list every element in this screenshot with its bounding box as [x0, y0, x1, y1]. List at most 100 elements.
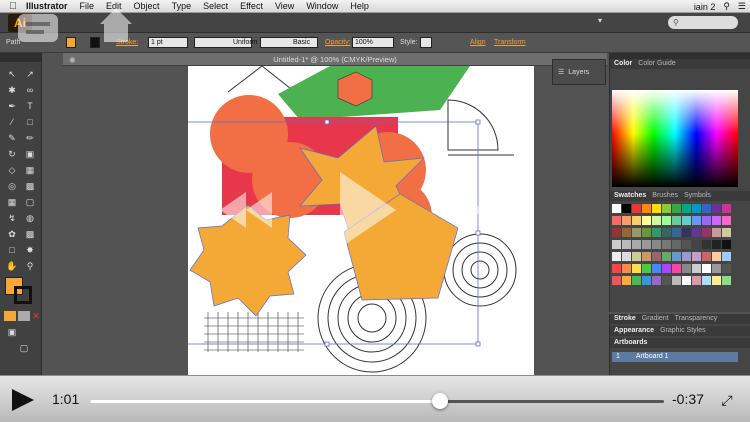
- color-swatch[interactable]: [712, 216, 721, 225]
- color-swatch[interactable]: [672, 240, 681, 249]
- color-swatch[interactable]: [672, 264, 681, 273]
- color-swatch[interactable]: [642, 276, 651, 285]
- color-swatch[interactable]: [622, 240, 631, 249]
- tab-swatches[interactable]: Swatches: [614, 191, 646, 201]
- color-swatch[interactable]: [672, 204, 681, 213]
- tab-stroke[interactable]: Stroke: [614, 314, 636, 324]
- tab-symbols[interactable]: Symbols: [684, 191, 711, 201]
- color-swatch[interactable]: [662, 216, 671, 225]
- color-swatch[interactable]: [702, 228, 711, 237]
- color-swatch[interactable]: [722, 204, 731, 213]
- color-swatch[interactable]: [702, 204, 711, 213]
- color-swatch[interactable]: [682, 228, 691, 237]
- color-swatch[interactable]: [712, 240, 721, 249]
- color-swatch[interactable]: [692, 276, 701, 285]
- color-swatch[interactable]: [722, 228, 731, 237]
- color-swatch[interactable]: [632, 264, 641, 273]
- color-swatch[interactable]: [712, 228, 721, 237]
- color-swatch[interactable]: [622, 264, 631, 273]
- color-swatch[interactable]: [642, 264, 651, 273]
- color-swatch[interactable]: [712, 264, 721, 273]
- color-swatch[interactable]: [652, 252, 661, 261]
- color-swatch[interactable]: [632, 240, 641, 249]
- color-swatch[interactable]: [622, 252, 631, 261]
- color-swatch[interactable]: [612, 204, 621, 213]
- tab-color[interactable]: Color: [614, 59, 632, 69]
- color-swatch[interactable]: [622, 276, 631, 285]
- color-swatch[interactable]: [712, 252, 721, 261]
- color-swatch[interactable]: [692, 252, 701, 261]
- color-swatch[interactable]: [632, 228, 641, 237]
- color-swatch[interactable]: [722, 252, 731, 261]
- color-swatch[interactable]: [702, 216, 711, 225]
- color-swatch[interactable]: [662, 276, 671, 285]
- color-swatch[interactable]: [612, 240, 621, 249]
- color-swatch[interactable]: [662, 264, 671, 273]
- color-swatch[interactable]: [662, 240, 671, 249]
- color-swatch[interactable]: [702, 252, 711, 261]
- color-swatch[interactable]: [682, 216, 691, 225]
- layers-panel-collapsed[interactable]: ☰ Layers: [552, 59, 606, 85]
- color-swatch[interactable]: [612, 252, 621, 261]
- color-swatch[interactable]: [672, 216, 681, 225]
- tab-appearance[interactable]: Appearance: [614, 326, 654, 336]
- color-swatch[interactable]: [682, 240, 691, 249]
- fullscreen-icon[interactable]: ⤢: [718, 391, 736, 409]
- color-swatch[interactable]: [612, 228, 621, 237]
- color-swatch[interactable]: [682, 204, 691, 213]
- color-swatch[interactable]: [622, 216, 631, 225]
- color-swatch[interactable]: [612, 264, 621, 273]
- color-swatch[interactable]: [722, 216, 731, 225]
- color-swatch[interactable]: [612, 216, 621, 225]
- color-spectrum[interactable]: [612, 90, 738, 187]
- color-swatch[interactable]: [662, 228, 671, 237]
- tab-gradient[interactable]: Gradient: [642, 314, 669, 324]
- color-swatch[interactable]: [722, 240, 731, 249]
- tab-graphic-styles[interactable]: Graphic Styles: [660, 326, 706, 336]
- color-swatch[interactable]: [642, 216, 651, 225]
- color-swatch[interactable]: [612, 276, 621, 285]
- color-swatch[interactable]: [662, 204, 671, 213]
- color-swatch[interactable]: [642, 240, 651, 249]
- color-swatch[interactable]: [672, 276, 681, 285]
- color-swatch[interactable]: [632, 276, 641, 285]
- progress-knob[interactable]: [432, 393, 449, 409]
- color-swatch[interactable]: [672, 228, 681, 237]
- color-swatch[interactable]: [682, 276, 691, 285]
- color-swatch[interactable]: [692, 240, 701, 249]
- color-swatch[interactable]: [652, 276, 661, 285]
- tab-transparency[interactable]: Transparency: [675, 314, 718, 324]
- tab-artboards[interactable]: Artboards: [614, 338, 647, 348]
- tab-brushes[interactable]: Brushes: [652, 191, 678, 201]
- color-swatch[interactable]: [652, 228, 661, 237]
- progress-track[interactable]: [90, 393, 664, 409]
- color-swatch[interactable]: [712, 204, 721, 213]
- color-swatch[interactable]: [652, 204, 661, 213]
- color-swatch[interactable]: [702, 240, 711, 249]
- color-swatch[interactable]: [622, 204, 631, 213]
- color-swatch[interactable]: [652, 240, 661, 249]
- artboard-row[interactable]: 1 Artboard 1: [612, 352, 738, 362]
- color-swatch[interactable]: [692, 216, 701, 225]
- color-swatch[interactable]: [642, 228, 651, 237]
- color-swatch[interactable]: [712, 276, 721, 285]
- color-swatch[interactable]: [652, 264, 661, 273]
- color-swatch[interactable]: [632, 204, 641, 213]
- color-swatch[interactable]: [642, 252, 651, 261]
- play-icon[interactable]: [12, 389, 34, 411]
- color-swatch[interactable]: [652, 216, 661, 225]
- color-swatch[interactable]: [622, 228, 631, 237]
- color-swatch[interactable]: [722, 276, 731, 285]
- color-swatch[interactable]: [692, 228, 701, 237]
- tab-color-guide[interactable]: Color Guide: [638, 59, 675, 69]
- color-swatch[interactable]: [682, 252, 691, 261]
- color-swatch[interactable]: [632, 252, 641, 261]
- color-swatch[interactable]: [662, 252, 671, 261]
- color-swatch[interactable]: [682, 264, 691, 273]
- color-swatch[interactable]: [692, 264, 701, 273]
- color-swatch[interactable]: [642, 204, 651, 213]
- color-swatch[interactable]: [702, 264, 711, 273]
- color-swatch[interactable]: [702, 276, 711, 285]
- color-swatch[interactable]: [672, 252, 681, 261]
- color-swatch[interactable]: [692, 204, 701, 213]
